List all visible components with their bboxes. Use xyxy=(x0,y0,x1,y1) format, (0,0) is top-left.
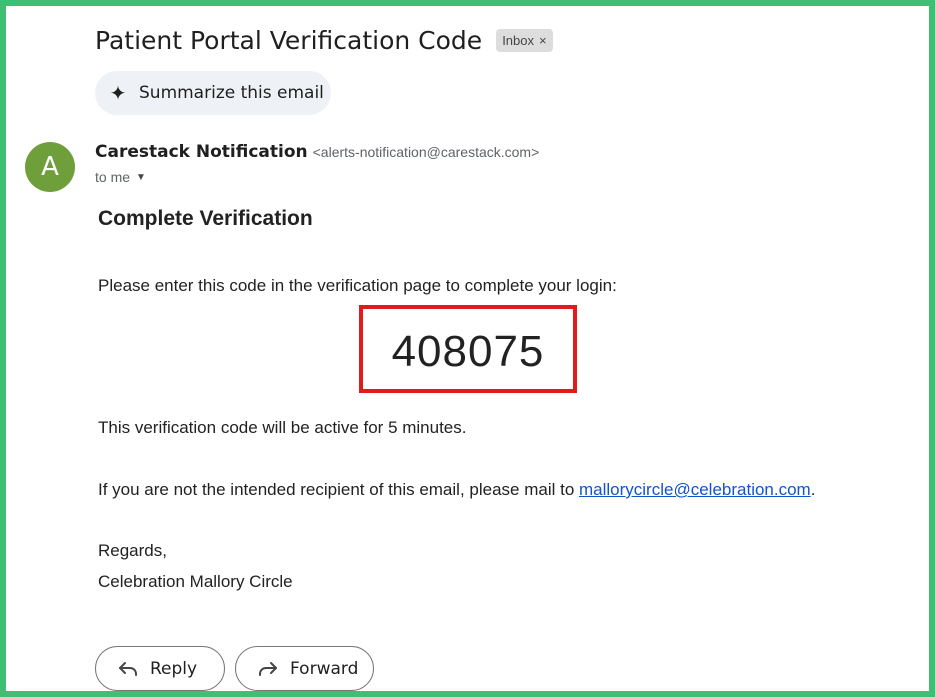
sender-avatar[interactable]: A xyxy=(25,142,75,192)
sender-name[interactable]: Carestack Notification xyxy=(95,142,308,162)
validity-text: This verification code will be active fo… xyxy=(98,418,467,437)
recipient-label: to me xyxy=(95,169,131,185)
contact-email-link[interactable]: mallorycircle@celebration.com xyxy=(579,480,811,499)
sparkle-icon: ✦ xyxy=(109,82,127,105)
regards-text: Regards, xyxy=(98,541,167,560)
signature-text: Celebration Mallory Circle xyxy=(98,572,293,591)
notice-suffix: . xyxy=(810,480,816,499)
recipient-details-toggle[interactable]: to me ▼ xyxy=(95,169,146,185)
forward-button[interactable]: Forward xyxy=(235,646,374,691)
body-heading: Complete Verification xyxy=(98,207,313,230)
notice-prefix: If you are not the intended recipient of… xyxy=(98,480,579,499)
summarize-label: Summarize this email xyxy=(139,83,324,103)
reply-label: Reply xyxy=(150,658,198,679)
sender-email: <alerts-notification@carestack.com> xyxy=(312,144,540,160)
forward-label: Forward xyxy=(290,658,359,679)
instruction-text: Please enter this code in the verificati… xyxy=(98,276,617,295)
inbox-label-chip[interactable]: Inbox × xyxy=(496,29,553,52)
email-view: Patient Portal Verification Code Inbox ×… xyxy=(0,0,935,697)
email-subject: Patient Portal Verification Code xyxy=(95,26,483,55)
notice-text: If you are not the intended recipient of… xyxy=(98,480,815,500)
inbox-label-text: Inbox xyxy=(502,33,534,48)
reply-button[interactable]: Reply xyxy=(95,646,225,691)
reply-icon xyxy=(118,661,138,677)
sender-info: Carestack Notification <alerts-notificat… xyxy=(95,142,539,162)
summarize-email-button[interactable]: ✦ Summarize this email xyxy=(95,71,331,115)
subject-row: Patient Portal Verification Code Inbox × xyxy=(95,26,553,55)
caret-down-icon: ▼ xyxy=(136,171,146,183)
verification-code: 408075 xyxy=(391,327,545,376)
forward-icon xyxy=(258,661,278,677)
remove-label-icon[interactable]: × xyxy=(539,33,547,48)
verification-code-box: 408075 xyxy=(359,305,577,393)
